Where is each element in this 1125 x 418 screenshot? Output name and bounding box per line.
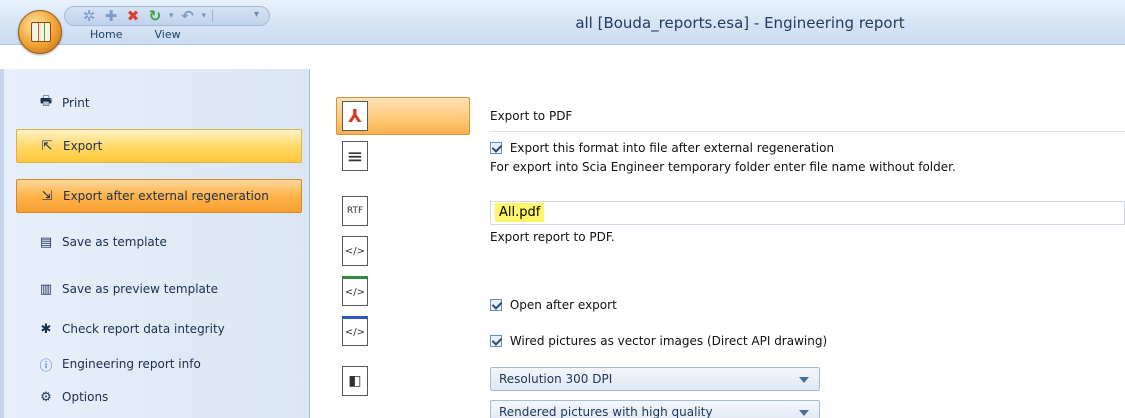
resolution-dropdown[interactable]: Resolution 300 DPI [490, 367, 820, 391]
menu-item-label: Print [62, 96, 90, 110]
menu-item-save-as-preview-template[interactable]: ▥ Save as preview template [16, 272, 302, 306]
preview-template-icon: ▥ [39, 281, 53, 297]
menu-item-report-info[interactable]: ⓘ Engineering report info [16, 347, 302, 381]
tab-view[interactable]: View [152, 24, 182, 45]
menu-item-label: Export [63, 139, 103, 153]
dropdown-value: Resolution 300 DPI [499, 372, 613, 386]
printer-icon: 🖶 [39, 94, 53, 109]
export-settings-panel: Export to PDF Export this format into fi… [490, 97, 1125, 418]
excel-html-icon[interactable]: </> [342, 276, 368, 306]
export-after-regeneration-checkbox[interactable]: Export this format into file after exter… [490, 141, 834, 155]
pdf-icon[interactable]: ⅄ [342, 101, 368, 131]
backstage-menu: 🖶 Print ⇱ Export ⇲ Export after external… [0, 69, 310, 418]
checkbox-checked-icon [490, 335, 502, 347]
export-format-list: ⅄ ≡ RTF </> </> </> ◧ [336, 97, 470, 418]
export-heading: Export to PDF [490, 109, 573, 123]
menu-item-options[interactable]: ⚙ Options [16, 380, 302, 414]
chevron-down-icon[interactable]: ▾ [202, 11, 207, 21]
refresh-icon[interactable]: ↻ [147, 8, 163, 24]
menu-item-export[interactable]: ⇱ Export [16, 129, 302, 163]
html-icon[interactable]: </> [342, 236, 368, 266]
quick-access-toolbar: ✲ ✚ ✖ ↻ ▾ ↶ ▾ [64, 6, 270, 26]
export-regeneration-icon: ⇲ [41, 188, 53, 204]
render-quality-dropdown[interactable]: Rendered pictures with high quality [490, 400, 820, 418]
title-bar: ✲ ✚ ✖ ↻ ▾ ↶ ▾ ▾ all [Bouda_reports.esa] … [0, 0, 1125, 54]
chevron-down-icon [799, 377, 809, 383]
export-icon: ⇱ [41, 138, 53, 154]
undo-icon[interactable]: ↶ [180, 8, 196, 24]
menu-item-label: Check report data integrity [62, 322, 225, 336]
qat-separator [212, 10, 214, 22]
word-html-icon[interactable]: </> [342, 316, 368, 346]
rtf-icon[interactable]: RTF [342, 196, 368, 226]
chevron-down-icon[interactable]: ▾ [169, 11, 174, 21]
menu-item-label: Engineering report info [62, 357, 201, 371]
open-after-export-checkbox[interactable]: Open after export [490, 298, 617, 312]
checkbox-checked-icon [490, 142, 502, 154]
document-icon[interactable]: ◧ [342, 366, 368, 396]
dropdown-value: Rendered pictures with high quality [499, 405, 713, 418]
application-menu-button[interactable] [18, 10, 62, 54]
customize-icon[interactable]: ▾ [254, 9, 259, 20]
delete-icon[interactable]: ✖ [125, 8, 141, 24]
plus-icon[interactable]: ✚ [103, 8, 119, 24]
checkbox-label: Open after export [509, 298, 617, 312]
menu-item-label: Options [62, 390, 109, 404]
chevron-down-icon [799, 410, 809, 416]
window-title: all [Bouda_reports.esa] - Engineering re… [575, 14, 905, 32]
wired-pictures-checkbox[interactable]: Wired pictures as vector images (Direct … [490, 334, 827, 348]
integrity-icon: ✱ [40, 321, 52, 337]
checkbox-checked-icon [490, 299, 502, 311]
menu-item-export-after-regeneration[interactable]: ⇲ Export after external regeneration [16, 179, 302, 213]
menu-item-label: Save as template [62, 235, 167, 249]
menu-item-check-integrity[interactable]: ✱ Check report data integrity [16, 312, 302, 346]
file-name-value: All.pdf [495, 203, 545, 222]
text-document-icon[interactable]: ≡ [342, 141, 368, 171]
menu-item-save-as-template[interactable]: ▤ Save as template [16, 225, 302, 259]
tab-home[interactable]: Home [88, 24, 124, 45]
menu-item-label: Export after external regeneration [63, 189, 269, 203]
checkbox-label: Export this format into file after exter… [509, 141, 835, 155]
divider [490, 131, 1125, 132]
template-icon: ▤ [39, 234, 53, 250]
menu-item-print[interactable]: 🖶 Print [16, 86, 302, 120]
info-icon: ⓘ [39, 358, 53, 374]
menu-edge [0, 69, 4, 418]
file-name-input[interactable]: All.pdf [490, 201, 1125, 225]
checkbox-label: Wired pictures as vector images (Direct … [509, 334, 828, 348]
ribbon-tabs: Home View [88, 24, 183, 45]
menu-item-label: Save as preview template [62, 282, 218, 296]
app-logo-icon [31, 22, 51, 42]
temp-folder-hint: For export into Scia Engineer temporary … [490, 160, 956, 174]
gear-icon: ⚙ [40, 389, 52, 405]
export-description: Export report to PDF. [490, 230, 615, 244]
sun-icon[interactable]: ✲ [81, 8, 97, 24]
